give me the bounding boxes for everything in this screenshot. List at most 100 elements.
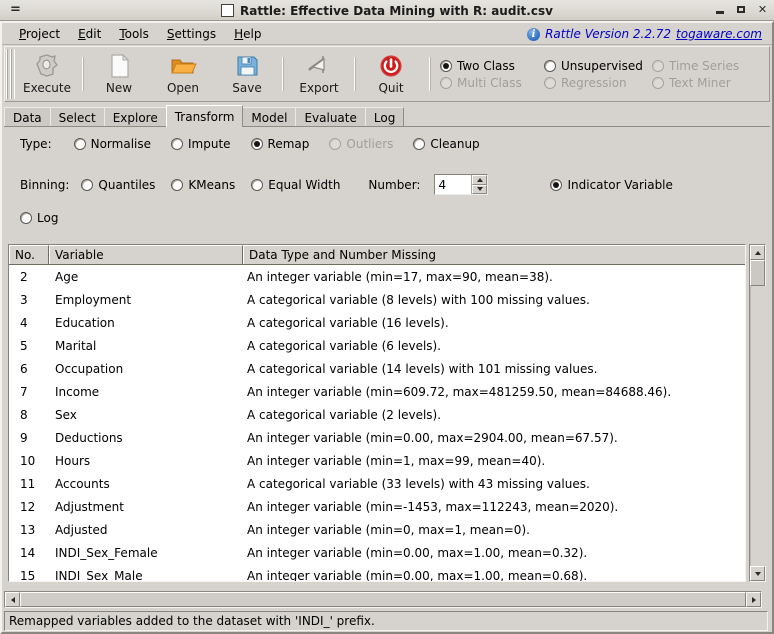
column-header-no[interactable]: No. bbox=[9, 245, 49, 264]
execute-button[interactable]: Execute bbox=[15, 48, 79, 100]
number-spinner[interactable] bbox=[434, 174, 489, 195]
scroll-right-icon[interactable] bbox=[746, 592, 761, 607]
tab-data[interactable]: Data bbox=[4, 107, 51, 127]
table-row[interactable]: 3 Employment A categorical variable (8 lev… bbox=[9, 288, 745, 311]
radio-cleanup[interactable]: Cleanup bbox=[413, 137, 480, 151]
radio-impute[interactable]: Impute bbox=[171, 137, 231, 151]
radio-unsupervised[interactable]: Unsupervised bbox=[544, 59, 652, 73]
open-button[interactable]: Open bbox=[151, 48, 215, 100]
quit-button[interactable]: Quit bbox=[359, 48, 423, 100]
cell-no: 10 bbox=[20, 453, 36, 468]
menu-settings[interactable]: Settings bbox=[158, 25, 225, 43]
table-row[interactable]: 4 Education A categorical variable (16 lev… bbox=[9, 311, 745, 334]
table-row[interactable]: 6 Occupation A categorical variable (14 le… bbox=[9, 357, 745, 380]
toolbar-drag-handle[interactable] bbox=[6, 49, 15, 99]
radio-label: KMeans bbox=[188, 177, 236, 192]
radio-indicator bbox=[329, 138, 342, 150]
tab-label: Log bbox=[373, 110, 396, 125]
tab-log[interactable]: Log bbox=[364, 107, 405, 127]
radio-log[interactable]: Log bbox=[20, 211, 58, 225]
radio-indicator bbox=[171, 138, 183, 150]
table-row[interactable]: 12 Adjustment An integer variable (min=-14… bbox=[9, 495, 745, 518]
radio-label: Log bbox=[37, 211, 59, 225]
togaware-link[interactable]: togaware.com bbox=[676, 27, 762, 41]
table-vertical-scrollbar[interactable] bbox=[749, 244, 766, 582]
radio-equal-width[interactable]: Equal Width bbox=[251, 178, 340, 192]
cell-no: 6 bbox=[20, 361, 28, 376]
radio-indicator bbox=[413, 138, 426, 150]
table-row[interactable]: 8 Sex A categorical variable (2 levels). bbox=[9, 403, 745, 426]
menu-tools[interactable]: Tools bbox=[110, 25, 158, 43]
spinner-buttons bbox=[471, 175, 488, 194]
table-row[interactable]: 9 Deductions An integer variable (min=0.00… bbox=[9, 426, 745, 449]
new-document-icon bbox=[105, 53, 133, 79]
cell-datatype: An integer variable (min=-1453, max=1122… bbox=[247, 499, 619, 514]
radio-label: Cleanup bbox=[430, 137, 480, 151]
radio-label: Normalise bbox=[90, 137, 151, 151]
table-row[interactable]: 2 Age An integer variable (min=17, max=90,… bbox=[9, 265, 745, 288]
tab-model[interactable]: Model bbox=[242, 107, 297, 127]
number-input[interactable] bbox=[435, 176, 477, 193]
minimize-icon[interactable] bbox=[715, 3, 726, 17]
radio-two-class[interactable]: Two Class bbox=[440, 59, 544, 73]
radio-indicator bbox=[440, 76, 452, 89]
vertical-scroll-track[interactable] bbox=[750, 286, 766, 566]
table-row[interactable]: 10 Hours An integer variable (min=1, max=9… bbox=[9, 449, 745, 472]
tab-evaluate[interactable]: Evaluate bbox=[295, 107, 366, 127]
radio-kmeans[interactable]: KMeans bbox=[171, 178, 235, 192]
tab-explore[interactable]: Explore bbox=[103, 107, 167, 127]
save-label: Save bbox=[232, 81, 262, 95]
tab-transform[interactable]: Transform bbox=[165, 105, 244, 127]
vertical-scroll-thumb[interactable] bbox=[750, 260, 765, 286]
column-header-variable[interactable]: Variable bbox=[49, 245, 243, 264]
tab-select[interactable]: Select bbox=[49, 107, 105, 127]
radio-remap[interactable]: Remap bbox=[250, 137, 309, 151]
menu-help[interactable]: Help bbox=[225, 25, 270, 43]
window-controls: ✕ bbox=[715, 3, 768, 17]
spinner-increment[interactable] bbox=[472, 175, 488, 185]
radio-label: Two Class bbox=[457, 58, 515, 73]
export-label: Export bbox=[299, 81, 339, 95]
radio-quantiles[interactable]: Quantiles bbox=[81, 178, 155, 192]
scroll-left-icon[interactable] bbox=[5, 592, 20, 607]
toolbar-separator-2 bbox=[282, 57, 284, 91]
table-row[interactable]: 11 Accounts A categorical variable (33 lev… bbox=[9, 472, 745, 495]
radio-label: Unsupervised bbox=[561, 58, 643, 73]
column-header-datatype[interactable]: Data Type and Number Missing bbox=[243, 245, 745, 264]
maximize-icon[interactable] bbox=[736, 3, 747, 17]
cell-no: 11 bbox=[20, 476, 36, 491]
window-title-center: Rattle: Effective Data Mining with R: au… bbox=[0, 0, 774, 21]
cell-variable: Occupation bbox=[55, 361, 124, 376]
cell-variable: Education bbox=[55, 315, 115, 330]
table-row[interactable]: 5 Marital A categorical variable (6 levels… bbox=[9, 334, 745, 357]
radio-indicator-variable[interactable]: Indicator Variable bbox=[550, 178, 673, 192]
table-row[interactable]: 7 Income An integer variable (min=609.72, … bbox=[9, 380, 745, 403]
open-folder-icon bbox=[169, 53, 197, 79]
statusbar: Remapped variables added to the dataset … bbox=[4, 611, 768, 631]
table-body: 2 Age An integer variable (min=17, max=90,… bbox=[9, 265, 745, 581]
table-row[interactable]: 14 INDI_Sex_Female An integer variable (mi… bbox=[9, 541, 745, 564]
table-row[interactable]: 15 INDI_Sex_Male An integer variable (min=… bbox=[9, 564, 745, 582]
scroll-down-icon[interactable] bbox=[750, 566, 765, 581]
binning-label: Binning: bbox=[20, 177, 70, 192]
table-horizontal-scrollbar[interactable] bbox=[4, 591, 762, 608]
save-button[interactable]: Save bbox=[215, 48, 279, 100]
close-icon[interactable]: ✕ bbox=[757, 3, 768, 17]
radio-indicator bbox=[544, 59, 556, 72]
horizontal-scroll-thumb[interactable] bbox=[20, 592, 746, 607]
menubar: Project Edit Tools Settings Help i Rattl… bbox=[2, 23, 772, 45]
menu-project[interactable]: Project bbox=[10, 25, 69, 43]
radio-normalise[interactable]: Normalise bbox=[73, 137, 151, 151]
new-button[interactable]: New bbox=[87, 48, 151, 100]
menu-edit[interactable]: Edit bbox=[69, 25, 110, 43]
execute-label: Execute bbox=[23, 81, 71, 95]
new-label: New bbox=[105, 81, 133, 95]
cell-datatype: An integer variable (min=0, max=1, mean=… bbox=[247, 522, 530, 537]
cell-no: 14 bbox=[20, 545, 36, 560]
scroll-up-icon[interactable] bbox=[750, 245, 765, 260]
export-button[interactable]: Export bbox=[287, 48, 351, 100]
radio-label: Time Series bbox=[669, 58, 740, 73]
table-row[interactable]: 13 Adjusted An integer variable (min=0, ma… bbox=[9, 518, 745, 541]
spinner-decrement[interactable] bbox=[472, 184, 488, 194]
gear-icon bbox=[33, 53, 61, 79]
